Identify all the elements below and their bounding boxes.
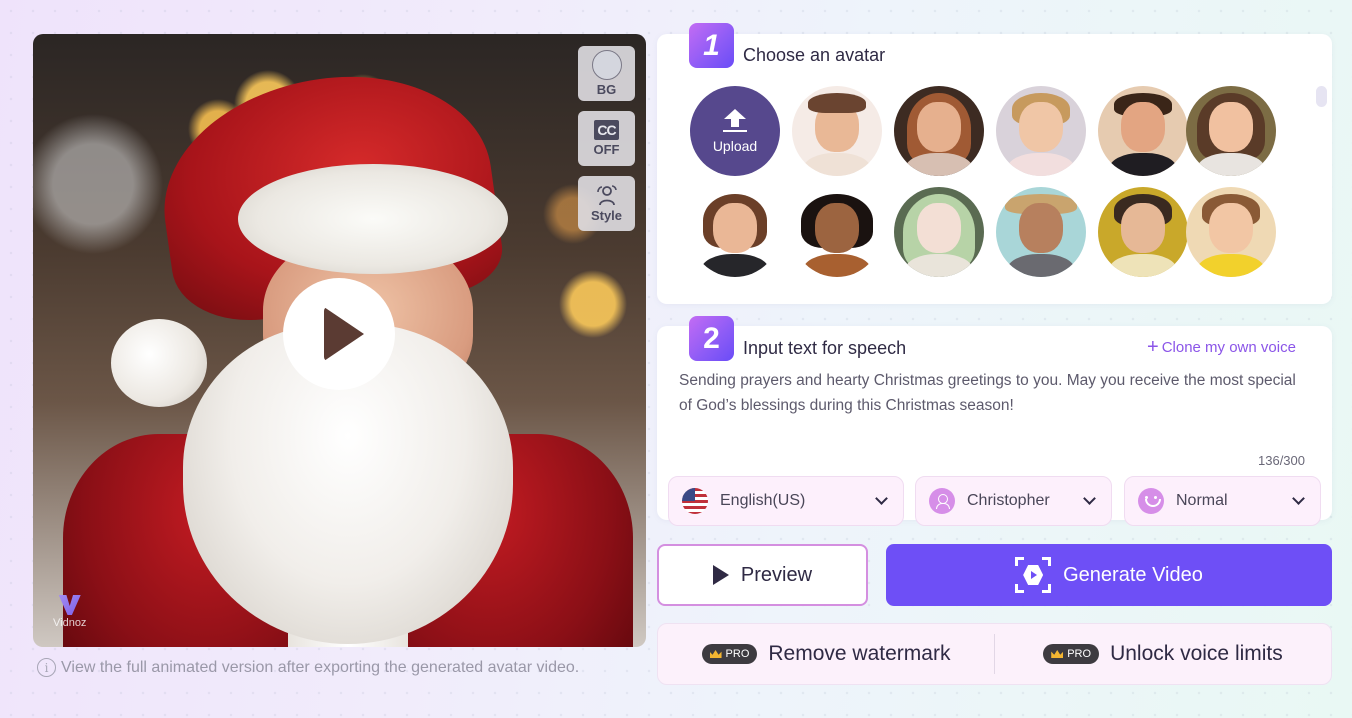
chevron-down-icon bbox=[1083, 492, 1096, 505]
closed-captions-icon: CC bbox=[594, 120, 619, 140]
avatar-grid: Upload bbox=[690, 86, 1290, 277]
pro-badge: PRO bbox=[1043, 644, 1100, 664]
language-dropdown[interactable]: English(US) bbox=[668, 476, 904, 526]
avatar-option[interactable] bbox=[894, 86, 984, 176]
unlock-voice-limits-button[interactable]: PRO Unlock voice limits bbox=[995, 642, 1331, 666]
emotion-dropdown[interactable]: Normal bbox=[1124, 476, 1321, 526]
captions-toggle-button[interactable]: CC OFF bbox=[578, 111, 635, 166]
chevron-down-icon bbox=[1292, 492, 1305, 505]
avatar-option[interactable] bbox=[1098, 187, 1188, 277]
clone-voice-link[interactable]: + Clone my own voice bbox=[1147, 336, 1296, 358]
preview-label: Preview bbox=[740, 563, 813, 586]
choose-avatar-title: Choose an avatar bbox=[743, 45, 886, 65]
vidnoz-watermark: Vidnoz bbox=[53, 595, 86, 629]
avatar-option[interactable] bbox=[894, 187, 984, 277]
play-icon bbox=[324, 307, 364, 361]
speech-text-input[interactable]: Sending prayers and hearty Christmas gre… bbox=[679, 368, 1299, 448]
remove-watermark-button[interactable]: PRO Remove watermark bbox=[658, 642, 994, 666]
generate-video-label: Generate Video bbox=[1063, 563, 1203, 586]
crown-icon bbox=[1051, 650, 1064, 658]
crown-icon bbox=[709, 650, 722, 658]
pro-upgrade-bar: PRO Remove watermark PRO Unlock voice li… bbox=[657, 623, 1332, 685]
preview-tools: BG CC OFF Style bbox=[578, 46, 635, 231]
language-value: English(US) bbox=[720, 492, 806, 509]
preview-button[interactable]: Preview bbox=[657, 544, 868, 606]
clone-voice-label: Clone my own voice bbox=[1161, 339, 1296, 356]
avatar-option[interactable] bbox=[1186, 86, 1276, 176]
watermark-text: Vidnoz bbox=[53, 617, 87, 629]
export-info-note: i View the full animated version after e… bbox=[37, 658, 579, 677]
speech-input-title: Input text for speech bbox=[743, 338, 907, 358]
video-generate-icon bbox=[1015, 557, 1052, 593]
background-color-icon bbox=[591, 50, 622, 80]
smiley-icon bbox=[1138, 488, 1164, 514]
avatar-option[interactable] bbox=[792, 187, 882, 277]
avatar-option[interactable] bbox=[1186, 187, 1276, 277]
avatar-list-scrollbar[interactable] bbox=[1316, 86, 1327, 107]
info-note-text: View the full animated version after exp… bbox=[61, 658, 580, 676]
hat-fur-trim bbox=[238, 164, 508, 274]
vidnoz-logo-icon bbox=[58, 595, 81, 615]
unlock-voice-limits-label: Unlock voice limits bbox=[1110, 642, 1283, 665]
chevron-down-icon bbox=[875, 492, 888, 505]
pro-badge: PRO bbox=[701, 644, 758, 664]
us-flag-icon bbox=[682, 488, 708, 514]
voice-dropdown[interactable]: Christopher bbox=[915, 476, 1112, 526]
avatar-option[interactable] bbox=[996, 86, 1086, 176]
generate-video-button[interactable]: Generate Video bbox=[886, 544, 1332, 606]
play-button[interactable] bbox=[283, 278, 395, 390]
character-counter: 136/300 bbox=[1258, 453, 1305, 468]
step-2-badge: 2 bbox=[689, 316, 734, 361]
emotion-value: Normal bbox=[1176, 492, 1228, 509]
play-icon bbox=[712, 565, 729, 585]
style-button[interactable]: Style bbox=[578, 176, 635, 231]
user-icon bbox=[929, 488, 955, 514]
avatar-option[interactable] bbox=[1098, 86, 1188, 176]
style-label: Style bbox=[590, 208, 623, 223]
upload-avatar-button[interactable]: Upload bbox=[690, 86, 780, 176]
avatar-preview-video[interactable]: BG CC OFF Style Vidnoz bbox=[33, 34, 646, 647]
background-button[interactable]: BG bbox=[578, 46, 635, 101]
person-swap-icon bbox=[596, 185, 617, 206]
remove-watermark-label: Remove watermark bbox=[768, 642, 951, 665]
background-label: BG bbox=[596, 82, 617, 97]
info-icon: i bbox=[37, 658, 56, 677]
avatar-option[interactable] bbox=[996, 187, 1086, 277]
upload-label: Upload bbox=[712, 137, 758, 154]
avatar-option[interactable] bbox=[792, 86, 882, 176]
hat-pompom bbox=[111, 319, 207, 407]
voice-value: Christopher bbox=[967, 492, 1050, 509]
captions-state-label: OFF bbox=[593, 142, 620, 157]
plus-icon: + bbox=[1147, 336, 1159, 358]
avatar-option[interactable] bbox=[690, 187, 780, 277]
step-1-badge: 1 bbox=[689, 23, 734, 68]
upload-icon bbox=[724, 108, 746, 119]
